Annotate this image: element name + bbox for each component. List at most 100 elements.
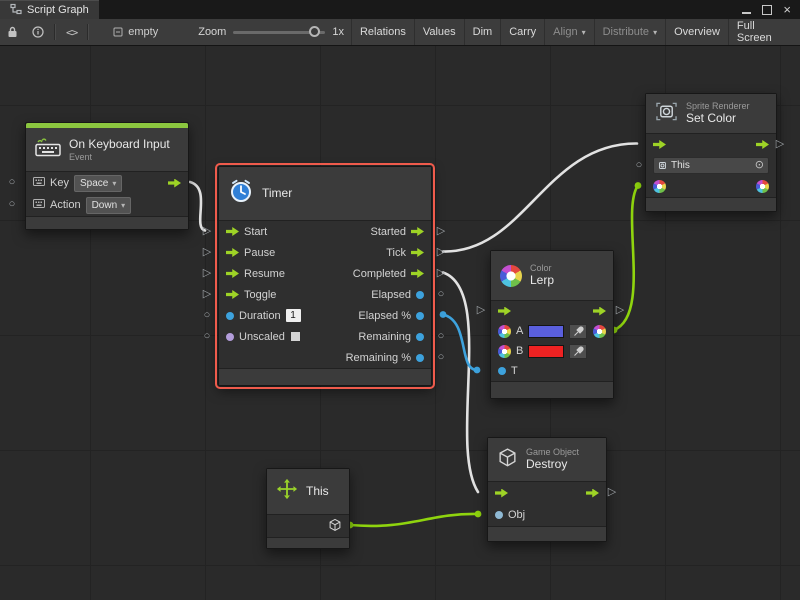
zoom-slider[interactable]: [233, 31, 325, 34]
port-timer-duration-external[interactable]: ○: [201, 309, 213, 321]
eyedropper-icon[interactable]: [569, 324, 587, 339]
carry-button[interactable]: Carry: [500, 19, 544, 45]
wire-timer-tick-to-set-color[interactable]: [443, 143, 637, 251]
graph-name[interactable]: empty: [106, 19, 165, 45]
port-keyboard-key-external[interactable]: ○: [6, 176, 18, 188]
port-timer-tick-external[interactable]: ▷: [435, 246, 447, 258]
info-icon[interactable]: [25, 19, 51, 45]
node-on-keyboard-input[interactable]: On Keyboard Input Event Key Space▾ Actio…: [25, 122, 189, 230]
node-color-lerp[interactable]: Color Lerp A B: [490, 250, 614, 399]
align-button[interactable]: Align▾: [544, 19, 593, 45]
key-port-label: Key: [50, 177, 69, 189]
maximize-icon[interactable]: [762, 5, 772, 15]
port-destroy-flow-out-external[interactable]: ▷: [606, 486, 618, 498]
port-lerp-flow-out-external[interactable]: ▷: [614, 304, 626, 316]
color-in-port[interactable]: [653, 180, 666, 193]
port-timer-completed-external[interactable]: ▷: [435, 267, 447, 279]
dim-button[interactable]: Dim: [464, 19, 501, 45]
wire-timer-completed-to-destroy[interactable]: [443, 273, 478, 493]
tab-script-graph[interactable]: Script Graph: [0, 0, 99, 19]
port-label-elapsed-pct: Elapsed %: [358, 310, 411, 322]
graph-ports-icon[interactable]: <>: [59, 19, 84, 45]
float-out-port[interactable]: [416, 354, 424, 362]
flow-out-port[interactable]: [411, 248, 424, 257]
flow-out-port[interactable]: [168, 179, 181, 188]
color-a-swatch[interactable]: [528, 325, 564, 338]
zoom-slider-knob[interactable]: [309, 26, 320, 37]
flow-out-port[interactable]: [411, 227, 424, 236]
flow-in-port[interactable]: [653, 140, 666, 149]
wire-timer-elapsed-pct-to-lerp-t[interactable]: [443, 315, 477, 371]
node-destroy[interactable]: Game Object Destroy Obj: [487, 437, 607, 542]
node-header: Game Object Destroy: [488, 438, 606, 482]
game-object-in-port[interactable]: [495, 511, 503, 519]
minimize-icon[interactable]: [742, 5, 751, 14]
float-out-port[interactable]: [416, 312, 424, 320]
port-label-pause: Pause: [244, 247, 275, 259]
close-icon[interactable]: ×: [783, 3, 791, 16]
object-picker-icon[interactable]: ⊙: [755, 160, 764, 171]
float-out-port[interactable]: [416, 333, 424, 341]
port-timer-remaining-pct-external[interactable]: ○: [435, 351, 447, 363]
flow-in-port[interactable]: [226, 290, 239, 299]
port-timer-unscaled-external[interactable]: ○: [201, 330, 213, 342]
color-result-port[interactable]: [593, 325, 606, 338]
node-timer[interactable]: Timer Start Started Pause Tick Resume Co…: [218, 166, 432, 386]
game-object-out-port[interactable]: [328, 518, 342, 535]
flow-in-port[interactable]: [226, 269, 239, 278]
port-timer-resume-external[interactable]: ▷: [201, 267, 213, 279]
node-this[interactable]: This: [266, 468, 350, 549]
node-header: Sprite Renderer Set Color: [646, 94, 776, 134]
unscaled-checkbox[interactable]: [290, 331, 301, 342]
port-label-started: Started: [371, 226, 406, 238]
color-in-port[interactable]: [498, 345, 511, 358]
caret-down-icon: ▾: [582, 28, 586, 37]
relations-button[interactable]: Relations: [351, 19, 414, 45]
port-lerp-flow-in-external[interactable]: ▷: [475, 304, 487, 316]
port-timer-remaining-external[interactable]: ○: [435, 330, 447, 342]
target-object-field[interactable]: This ⊙: [653, 157, 769, 174]
port-timer-toggle-external[interactable]: ▷: [201, 288, 213, 300]
distribute-button[interactable]: Distribute▾: [594, 19, 665, 45]
port-row-action: Action Down▾: [26, 194, 188, 216]
color-out-port[interactable]: [756, 180, 769, 193]
flow-out-port[interactable]: [756, 140, 769, 149]
port-timer-start-external[interactable]: ▷: [201, 225, 213, 237]
values-button[interactable]: Values: [414, 19, 464, 45]
tab-title: Script Graph: [27, 4, 89, 16]
float-in-port[interactable]: [226, 312, 234, 320]
port-row-value: [646, 176, 776, 197]
graph-canvas[interactable]: On Keyboard Input Event Key Space▾ Actio…: [0, 45, 800, 600]
wire-this-to-destroy-obj[interactable]: [350, 514, 478, 526]
full-screen-button[interactable]: Full Screen: [728, 19, 800, 45]
key-dropdown[interactable]: Space▾: [74, 175, 122, 192]
float-in-port[interactable]: [498, 367, 506, 375]
port-row-a: A: [491, 321, 613, 341]
flow-in-port[interactable]: [498, 307, 511, 316]
wire-keyboard-to-timer-start[interactable]: [190, 182, 205, 231]
port-row: Toggle Elapsed: [219, 284, 431, 305]
flow-out-port[interactable]: [411, 269, 424, 278]
port-timer-started-external[interactable]: ▷: [435, 225, 447, 237]
color-in-port[interactable]: [498, 325, 511, 338]
color-b-swatch[interactable]: [528, 345, 564, 358]
port-set-color-target-external[interactable]: ○: [633, 159, 645, 171]
eyedropper-icon[interactable]: [569, 344, 587, 359]
flow-in-port[interactable]: [226, 248, 239, 257]
flow-out-port[interactable]: [586, 489, 599, 498]
flow-out-port[interactable]: [593, 307, 606, 316]
bool-in-port[interactable]: [226, 333, 234, 341]
port-timer-pause-external[interactable]: ▷: [201, 246, 213, 258]
port-set-color-flow-out-external[interactable]: ▷: [774, 138, 786, 150]
node-set-color[interactable]: Sprite Renderer Set Color This ⊙: [645, 93, 777, 212]
lock-icon[interactable]: [0, 19, 25, 45]
port-label-start: Start: [244, 226, 267, 238]
flow-in-port[interactable]: [226, 227, 239, 236]
float-out-port[interactable]: [416, 291, 424, 299]
duration-input[interactable]: 1: [286, 309, 301, 322]
port-timer-elapsed-external[interactable]: ○: [435, 288, 447, 300]
flow-in-port[interactable]: [495, 489, 508, 498]
port-keyboard-action-external[interactable]: ○: [6, 198, 18, 210]
overview-button[interactable]: Overview: [665, 19, 728, 45]
action-dropdown[interactable]: Down▾: [86, 197, 132, 214]
